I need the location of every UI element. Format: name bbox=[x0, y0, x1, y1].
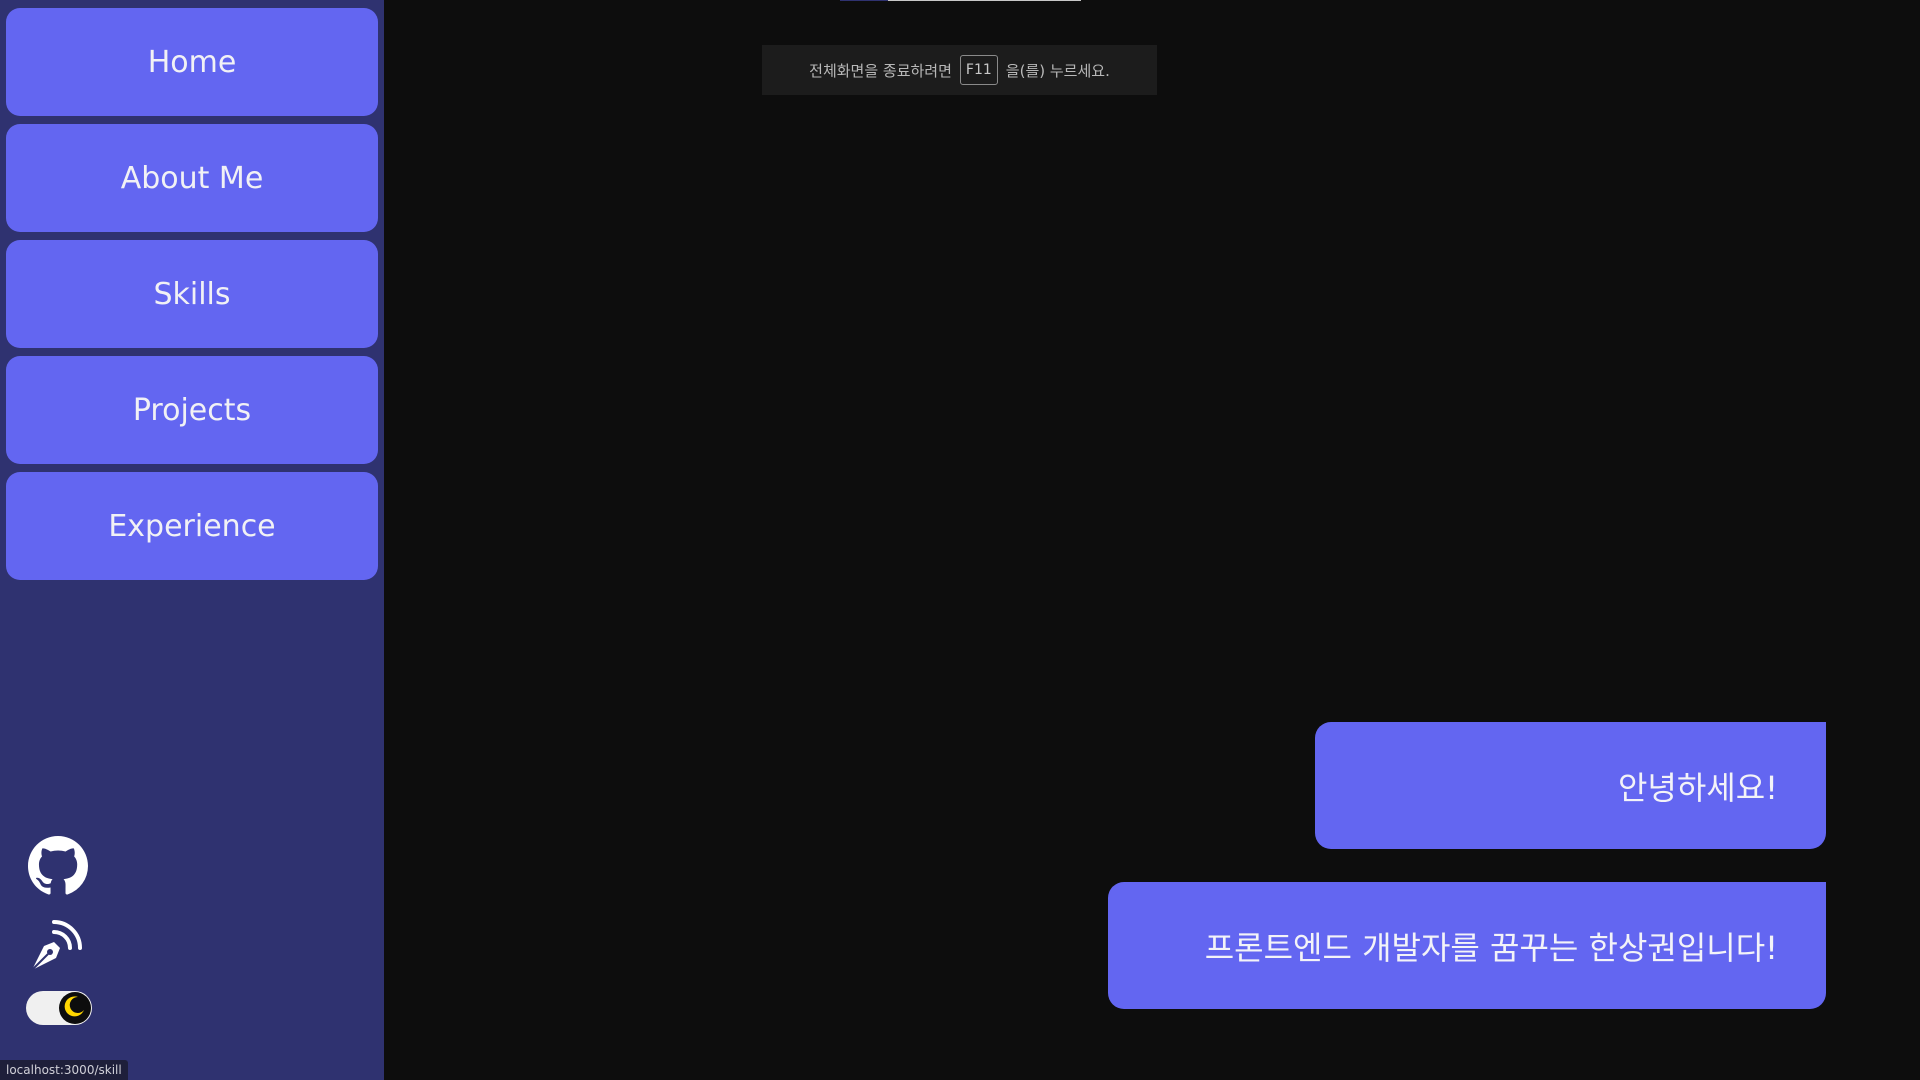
github-icon[interactable] bbox=[28, 836, 88, 896]
social-links bbox=[28, 836, 88, 988]
chat-bubble-text: 안녕하세요! bbox=[1617, 768, 1778, 807]
chat-bubble-text: 프론트엔드 개발자를 꿈꾸는 한상권입니다! bbox=[1204, 928, 1778, 967]
nav-home-button[interactable]: Home bbox=[6, 8, 378, 116]
fullscreen-notice-key: F11 bbox=[959, 55, 998, 85]
top-strip-accent bbox=[840, 0, 888, 1]
nav-skills-label: Skills bbox=[153, 276, 231, 312]
nav-home-label: Home bbox=[147, 44, 237, 80]
chat-bubble-greeting: 안녕하세요! bbox=[1315, 722, 1826, 849]
nav-about-me-button[interactable]: About Me bbox=[6, 124, 378, 232]
nav-skills-button[interactable]: Skills bbox=[6, 240, 378, 348]
nav-experience-button[interactable]: Experience bbox=[6, 472, 378, 580]
nav-about-me-label: About Me bbox=[120, 160, 264, 196]
fullscreen-notice-text-before: 전체화면을 종료하려면 bbox=[809, 61, 952, 80]
top-strip-light bbox=[888, 0, 1081, 1]
moon-icon bbox=[63, 994, 87, 1022]
nav-projects-label: Projects bbox=[132, 392, 252, 428]
fullscreen-exit-notice: 전체화면을 종료하려면 F11 을(를) 누르세요. bbox=[762, 45, 1157, 95]
fullscreen-notice-text-after: 을(를) 누르세요. bbox=[1005, 61, 1110, 80]
nav-projects-button[interactable]: Projects bbox=[6, 356, 378, 464]
app-root: Home About Me Skills Projects Experience bbox=[0, 0, 1920, 1080]
sidebar: Home About Me Skills Projects Experience bbox=[0, 0, 384, 1080]
chat-bubble-intro: 프론트엔드 개발자를 꿈꾸는 한상권입니다! bbox=[1108, 882, 1826, 1009]
blog-feed-pen-icon[interactable] bbox=[28, 912, 88, 972]
toggle-knob bbox=[59, 992, 91, 1024]
status-bar-url: localhost:3000/skill bbox=[0, 1060, 128, 1080]
theme-toggle[interactable] bbox=[26, 991, 92, 1025]
nav-experience-label: Experience bbox=[108, 508, 276, 544]
sidebar-nav: Home About Me Skills Projects Experience bbox=[6, 8, 378, 588]
